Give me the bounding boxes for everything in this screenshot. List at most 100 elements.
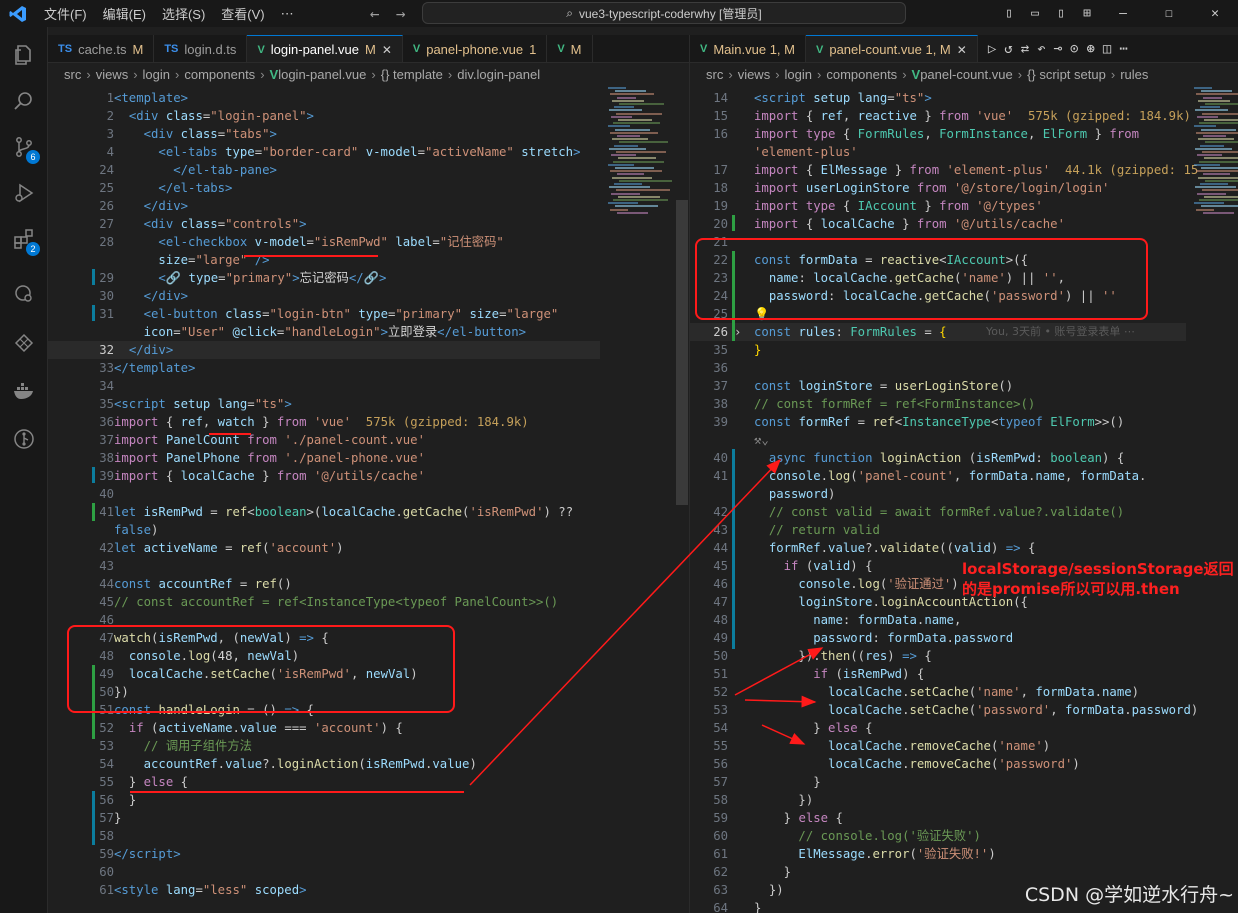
minimize-button[interactable]: — bbox=[1100, 6, 1146, 21]
code-line[interactable]: 57} bbox=[48, 809, 600, 827]
code-line[interactable]: 30 </div> bbox=[48, 287, 600, 305]
code-line[interactable]: 50 }).then((res) => { bbox=[690, 647, 1186, 665]
run-icon[interactable]: ▷ bbox=[988, 41, 996, 57]
code-line[interactable]: 43 // return valid bbox=[690, 521, 1186, 539]
explorer-icon[interactable] bbox=[0, 33, 48, 77]
code-line[interactable]: 40 async function loginAction (isRemPwd:… bbox=[690, 449, 1186, 467]
code-line[interactable]: 33 </template> bbox=[48, 359, 600, 377]
code-line[interactable]: 36 bbox=[690, 359, 1186, 377]
breadcrumb-item[interactable]: login-panel.vue bbox=[278, 67, 366, 82]
code-line[interactable]: 39 import { localCache } from '@/utils/ca… bbox=[48, 467, 600, 485]
back-arrow-icon[interactable]: ← bbox=[362, 4, 388, 23]
docker-icon[interactable] bbox=[0, 369, 48, 413]
code-line[interactable]: 26 </div> bbox=[48, 197, 600, 215]
code-line[interactable]: 38 // const formRef = ref<FormInstance>() bbox=[690, 395, 1186, 413]
maximize-button[interactable]: ☐ bbox=[1146, 6, 1192, 21]
code-line[interactable]: 46 bbox=[48, 611, 600, 629]
breadcrumb-item[interactable]: src bbox=[706, 67, 723, 82]
editor-tab[interactable]: V Main.vue 1, M bbox=[690, 35, 806, 62]
code-line[interactable]: ⚒⌄ bbox=[690, 431, 1186, 449]
code-line[interactable]: 35} bbox=[690, 341, 1186, 359]
code-line[interactable]: 21 bbox=[690, 233, 1186, 251]
open-changes-icon[interactable]: ⊙ bbox=[1070, 41, 1078, 57]
code-line[interactable]: 23 name: localCache.getCache('name') || … bbox=[690, 269, 1186, 287]
extensions-icon[interactable]: 2 bbox=[0, 217, 48, 261]
code-line[interactable]: 43 bbox=[48, 557, 600, 575]
more-actions-icon[interactable]: ⋯ bbox=[1119, 41, 1127, 57]
code-line[interactable]: 49 localCache.setCache('isRemPwd', newVa… bbox=[48, 665, 600, 683]
code-line[interactable]: 27 <div class="controls"> bbox=[48, 215, 600, 233]
code-line[interactable]: password) bbox=[690, 485, 1186, 503]
breadcrumb-item[interactable]: login bbox=[785, 67, 812, 82]
code-line[interactable]: 38 import PanelPhone from './panel-phone.… bbox=[48, 449, 600, 467]
timeline-icon[interactable]: ↺ bbox=[1004, 41, 1012, 57]
code-line[interactable]: 19 import type { IAccount } from '@/types… bbox=[690, 197, 1186, 215]
menu-edit[interactable]: 编辑(E) bbox=[95, 4, 154, 23]
code-line[interactable]: 53 // 调用子组件方法 bbox=[48, 737, 600, 755]
editor-tab[interactable]: TS login.d.ts bbox=[154, 35, 248, 62]
command-center-search[interactable]: ⌕ vue3-typescript-coderwhy [管理员] bbox=[422, 2, 906, 24]
minimap-left[interactable] bbox=[608, 87, 672, 227]
breadcrumb-item[interactable]: src bbox=[64, 67, 81, 82]
code-line[interactable]: size="large" /> bbox=[48, 251, 600, 269]
layout-icon[interactable]: ⊞ bbox=[1074, 6, 1100, 21]
code-line[interactable]: 35 <script setup lang="ts"> bbox=[48, 395, 600, 413]
menu-view[interactable]: 查看(V) bbox=[213, 4, 272, 23]
code-line[interactable]: 48 console.log(48, newVal) bbox=[48, 647, 600, 665]
code-line[interactable]: 15 import { ref, reactive } from 'vue' 57… bbox=[690, 107, 1191, 125]
code-line[interactable]: 24 </el-tab-pane> bbox=[48, 161, 600, 179]
code-line[interactable]: 39 const formRef = ref<InstanceType<typeo… bbox=[690, 413, 1186, 431]
breadcrumb-item[interactable]: div.login-panel bbox=[457, 67, 540, 82]
editor-tab[interactable]: Vpanel-phone.vue 1 bbox=[403, 35, 548, 62]
code-line[interactable]: 17 import { ElMessage } from 'element-plu… bbox=[690, 161, 1198, 179]
code-line[interactable]: 37 const loginStore = userLoginStore() bbox=[690, 377, 1186, 395]
search-view-icon[interactable] bbox=[0, 79, 48, 123]
code-line[interactable]: 55 localCache.removeCache('name') bbox=[690, 737, 1186, 755]
code-line[interactable]: 18 import userLoginStore from '@/store/lo… bbox=[690, 179, 1186, 197]
code-line[interactable]: 41 let isRemPwd = ref<boolean>(localCache… bbox=[48, 503, 600, 521]
breadcrumb-item[interactable]: panel-count.vue bbox=[920, 67, 1013, 82]
remote-explorer-icon[interactable] bbox=[0, 272, 48, 316]
forward-arrow-icon[interactable]: → bbox=[388, 4, 414, 23]
code-line[interactable]: 50}) bbox=[48, 683, 600, 701]
code-line[interactable]: 37 import PanelCount from './panel-count.… bbox=[48, 431, 600, 449]
close-window-button[interactable]: ✕ bbox=[1192, 6, 1238, 21]
code-line[interactable]: 'element-plus' bbox=[690, 143, 1186, 161]
code-line[interactable]: 60 bbox=[48, 863, 600, 881]
code-line[interactable]: 31 <el-button class="login-btn" type="pr… bbox=[48, 305, 600, 323]
code-line[interactable]: 49 password: formData.password bbox=[690, 629, 1186, 647]
code-line[interactable]: 44 const accountRef = ref() bbox=[48, 575, 600, 593]
breadcrumb-item[interactable]: rules bbox=[1120, 67, 1148, 82]
code-editor-left[interactable]: 1 <template> 2 <div class="login-panel"> 3 … bbox=[48, 87, 689, 913]
code-line[interactable]: 2 <div class="login-panel"> bbox=[48, 107, 600, 125]
source-control-icon[interactable]: 6 bbox=[0, 125, 48, 169]
code-line[interactable]: 40 bbox=[48, 485, 600, 503]
editor-tab[interactable]: Vpanel-count.vue 1, M ✕ bbox=[806, 35, 978, 62]
code-line[interactable]: 52 localCache.setCache('name', formData.… bbox=[690, 683, 1186, 701]
breadcrumb-item[interactable]: components bbox=[826, 67, 897, 82]
code-line[interactable]: 54 accountRef.value?.loginAction(isRemPw… bbox=[48, 755, 600, 773]
git-icon[interactable]: ⊛ bbox=[1086, 41, 1094, 57]
minimap-right[interactable] bbox=[1194, 87, 1238, 227]
code-line[interactable]: 16 import type { FormRules, FormInstance,… bbox=[690, 125, 1186, 143]
scrollbar-left[interactable] bbox=[676, 200, 688, 505]
code-line[interactable]: 32 </div> bbox=[48, 341, 600, 359]
breadcrumb-item[interactable]: views bbox=[96, 67, 129, 82]
code-line[interactable]: 28 <el-checkbox v-model="isRemPwd" label… bbox=[48, 233, 600, 251]
code-line[interactable]: 22 const formData = reactive<IAccount>({ bbox=[690, 251, 1186, 269]
editor-tab[interactable]: TS cache.ts M bbox=[48, 35, 155, 62]
code-line[interactable]: 25 </el-tabs> bbox=[48, 179, 600, 197]
code-line[interactable]: 46 console.log('验证通过') bbox=[690, 575, 1186, 593]
code-line[interactable]: 56 } bbox=[48, 791, 600, 809]
code-line[interactable]: false) bbox=[48, 521, 600, 539]
gitlens-icon[interactable] bbox=[0, 417, 48, 461]
breadcrumb-item[interactable]: {} script setup bbox=[1027, 67, 1106, 82]
code-line[interactable]: 20 import { localCache } from '@/utils/ca… bbox=[690, 215, 1186, 233]
code-line[interactable]: icon="User" @click="handleLogin">立即登录</e… bbox=[48, 323, 600, 341]
split-editor-icon[interactable]: ◫ bbox=[1103, 41, 1111, 57]
close-icon[interactable]: ✕ bbox=[382, 43, 392, 57]
code-line[interactable]: 48 name: formData.name, bbox=[690, 611, 1186, 629]
menu-file[interactable]: 文件(F) bbox=[36, 4, 95, 23]
git-graph-icon[interactable] bbox=[0, 321, 48, 365]
code-line[interactable]: 58 bbox=[48, 827, 600, 845]
